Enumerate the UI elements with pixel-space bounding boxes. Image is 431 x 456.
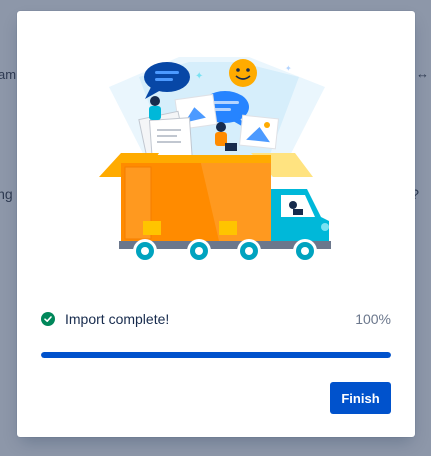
background-text: am [0,67,17,82]
import-complete-dialog: ✦ ✦ ✦ [17,11,415,437]
background-arrows-icon: ↔ [416,66,429,81]
finish-button[interactable]: Finish [330,382,391,414]
import-status-row: Import complete! 100% [41,309,391,329]
import-status-text: Import complete! [65,311,170,327]
svg-text:✦: ✦ [195,71,203,82]
import-progress-bar [41,352,391,358]
progress-percent: 100% [355,311,391,327]
moving-truck-illustration: ✦ ✦ ✦ [99,57,331,263]
progress-bar-fill [41,352,391,358]
check-circle-icon [41,312,55,326]
background-text: ing [0,186,13,202]
svg-text:✦: ✦ [285,64,292,73]
